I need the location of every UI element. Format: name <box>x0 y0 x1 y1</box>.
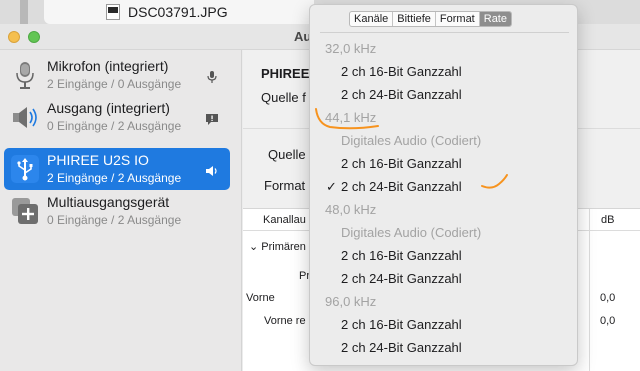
chevron-down-icon: ⌄ <box>249 241 259 253</box>
checkmark-icon: ✓ <box>326 179 337 194</box>
menu-item-text: 2 ch 24-Bit Ganzzahl <box>341 87 462 102</box>
tab-rate[interactable]: Rate <box>479 12 511 26</box>
menu-item-text: 2 ch 24-Bit Ganzzahl <box>341 340 462 355</box>
rate-header-44k: 44,1 kHz <box>310 107 577 130</box>
menu-item-text: 2 ch 16-Bit Ganzzahl <box>341 64 462 79</box>
menu-item-format[interactable]: 2 ch 24-Bit Ganzzahl <box>310 84 577 107</box>
menu-header-text: 32,0 kHz <box>325 41 377 56</box>
rate-header-96k: 96,0 kHz <box>310 291 577 314</box>
menu-separator <box>320 32 569 33</box>
menu-item-text: 2 ch 16-Bit Ganzzahl <box>341 248 462 263</box>
menu-item-text: 2 ch 24-Bit Ganzzahl <box>341 271 462 286</box>
device-name: Ausgang (integriert) <box>47 100 170 116</box>
menu-subheader-text: Digitales Audio (Codiert) <box>341 133 482 148</box>
background-scrollbar <box>20 0 28 24</box>
clock-source-label: Quelle f <box>261 90 306 105</box>
image-file-icon <box>106 4 120 20</box>
channel-row-label: Vorne <box>246 292 275 304</box>
primary-group-label: Primären <box>261 241 306 253</box>
multi-output-icon <box>12 198 38 224</box>
device-item-microphone[interactable]: Mikrofon (integriert) 2 Eingänge / 0 Aus… <box>0 54 242 96</box>
menu-item-text: 2 ch 16-Bit Ganzzahl <box>341 156 462 171</box>
finder-file-row[interactable]: DSC03791.JPG <box>44 0 314 24</box>
primary-group-disclosure[interactable]: ⌄ Primären <box>249 240 306 253</box>
minimize-button[interactable] <box>8 31 20 43</box>
tab-format[interactable]: Format <box>436 12 480 26</box>
menu-tab-selector: Kanäle Bittiefe Format Rate <box>349 11 512 27</box>
rate-header-48k: 48,0 kHz <box>310 199 577 222</box>
device-name: Multiausgangsgerät <box>47 194 170 210</box>
device-io-count: 0 Eingänge / 2 Ausgänge <box>47 119 182 133</box>
device-io-count: 0 Eingänge / 2 Ausgänge <box>47 213 182 227</box>
source-label: Quelle <box>268 147 306 162</box>
menu-item-format[interactable]: 2 ch 16-Bit Ganzzahl <box>310 245 577 268</box>
menu-header-text: 48,0 kHz <box>325 202 377 217</box>
format-popup-menu: Kanäle Bittiefe Format Rate 32,0 kHz 2 c… <box>309 4 578 366</box>
menu-item-format[interactable]: 2 ch 24-Bit Ganzzahl <box>310 268 577 291</box>
usb-icon <box>11 155 39 183</box>
microphone-small-icon <box>207 71 217 83</box>
device-name: PHIREE U2S IO <box>47 152 149 168</box>
microphone-icon <box>16 62 34 89</box>
menu-item-format[interactable]: 2 ch 16-Bit Ganzzahl <box>310 153 577 176</box>
channel-row-label: Vorne re <box>264 315 306 327</box>
channel-row-db: 0,0 <box>600 315 616 327</box>
menu-item-format[interactable]: 2 ch 24-Bit Ganzzahl <box>310 337 577 360</box>
menu-item-format[interactable]: 2 ch 16-Bit Ganzzahl <box>310 61 577 84</box>
alert-bubble-icon <box>206 114 218 125</box>
device-io-count: 2 Eingänge / 2 Ausgänge <box>47 171 182 185</box>
device-item-output[interactable]: Ausgang (integriert) 0 Eingänge / 2 Ausg… <box>0 96 242 138</box>
channel-row-db: 0,0 <box>600 292 616 304</box>
tab-bit-depth[interactable]: Bittiefe <box>393 12 436 26</box>
menu-subheader: Digitales Audio (Codiert) <box>310 130 577 153</box>
device-sidebar: Mikrofon (integriert) 2 Eingänge / 0 Aus… <box>0 50 242 371</box>
menu-header-text: 96,0 kHz <box>325 294 377 309</box>
menu-item-text: 2 ch 24-Bit Ganzzahl <box>341 179 462 194</box>
zoom-button[interactable] <box>28 31 40 43</box>
column-divider <box>589 209 590 371</box>
column-header-channel[interactable]: Kanallau <box>263 214 306 226</box>
menu-subheader: Digitales Audio (Codiert) <box>310 222 577 245</box>
volume-icon <box>206 166 217 176</box>
menu-item-format-selected[interactable]: ✓ 2 ch 24-Bit Ganzzahl <box>310 176 577 199</box>
speaker-icon <box>13 107 37 128</box>
menu-header-text: 44,1 kHz <box>325 110 377 125</box>
tab-channels[interactable]: Kanäle <box>350 12 394 26</box>
menu-item-text: 2 ch 16-Bit Ganzzahl <box>341 317 462 332</box>
device-title: PHIREE <box>261 66 310 81</box>
device-io-count: 2 Eingänge / 0 Ausgänge <box>47 77 182 91</box>
menu-subheader-text: Digitales Audio (Codiert) <box>341 225 482 240</box>
format-label: Format <box>264 178 306 193</box>
rate-header-32k: 32,0 kHz <box>310 38 577 61</box>
file-name[interactable]: DSC03791.JPG <box>128 4 228 20</box>
device-name: Mikrofon (integriert) <box>47 58 169 74</box>
device-item-multi-output[interactable]: Multiausgangsgerät 0 Eingänge / 2 Ausgän… <box>0 190 242 232</box>
menu-item-format[interactable]: 2 ch 16-Bit Ganzzahl <box>310 314 577 337</box>
device-item-phiree[interactable]: PHIREE U2S IO 2 Eingänge / 2 Ausgänge <box>4 148 230 190</box>
column-header-db[interactable]: dB <box>601 214 614 226</box>
